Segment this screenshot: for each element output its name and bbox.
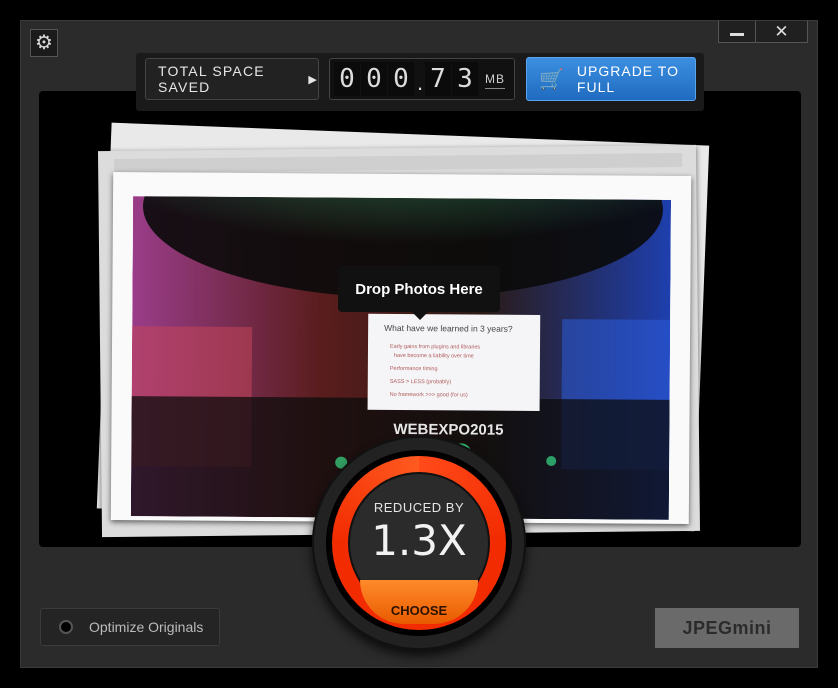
drop-photos-tooltip: Drop Photos Here bbox=[338, 266, 500, 320]
minimize-button[interactable] bbox=[718, 21, 756, 43]
total-space-saved-label: TOTAL SPACE SAVED bbox=[158, 63, 265, 95]
radio-indicator bbox=[59, 620, 73, 634]
cart-icon: 🛒 bbox=[539, 68, 565, 91]
reduction-gauge: REDUCED BY 1.3X 18 CHOOSE bbox=[312, 436, 526, 650]
slide-line: have become a liability over time bbox=[394, 353, 474, 360]
slide-line: SASS > LESS (probably) bbox=[390, 379, 452, 385]
counter-digit: 0 bbox=[388, 62, 414, 96]
counter-digit: 0 bbox=[361, 62, 387, 96]
top-toolbar: TOTAL SPACE SAVED ▶ 0 0 0 . 7 3 MB 🛒 UPG… bbox=[136, 53, 704, 111]
counter-digit: 3 bbox=[452, 62, 478, 96]
counter-decimal-point: . bbox=[416, 70, 424, 95]
space-saved-counter: 0 0 0 . 7 3 MB bbox=[329, 58, 515, 100]
play-arrow-icon: ▶ bbox=[308, 73, 318, 86]
counter-digit: 0 bbox=[334, 62, 360, 96]
upgrade-label: UPGRADE TO FULL bbox=[576, 63, 679, 95]
slide-line: Early gains from plugins and libraries bbox=[390, 344, 480, 351]
reduction-ratio: 1.3X bbox=[371, 516, 467, 565]
slide-line: No framework >>> good (for us) bbox=[390, 392, 468, 399]
counter-digit: 7 bbox=[425, 62, 451, 96]
choose-label: CHOOSE bbox=[390, 603, 448, 618]
card-strip bbox=[114, 153, 683, 173]
reduced-by-label: REDUCED BY bbox=[373, 500, 465, 515]
optimize-originals-label: Optimize Originals bbox=[89, 619, 204, 635]
slide-line: Performance timing bbox=[390, 366, 438, 372]
upgrade-button[interactable]: 🛒 UPGRADE TO FULL bbox=[526, 57, 696, 101]
counter-unit: MB bbox=[485, 70, 505, 89]
close-button[interactable]: ✕ bbox=[756, 21, 808, 43]
optimize-originals-toggle[interactable]: Optimize Originals bbox=[40, 608, 220, 646]
minimize-icon bbox=[730, 33, 744, 36]
slide-title: What have we learned in 3 years? bbox=[384, 323, 513, 334]
window-controls: ✕ bbox=[718, 21, 808, 43]
jpegmini-logo: JPEGmini bbox=[655, 608, 799, 648]
close-icon: ✕ bbox=[774, 21, 789, 41]
total-space-saved-button[interactable]: TOTAL SPACE SAVED ▶ bbox=[145, 58, 319, 100]
gear-icon[interactable]: ⚙ bbox=[30, 29, 58, 57]
